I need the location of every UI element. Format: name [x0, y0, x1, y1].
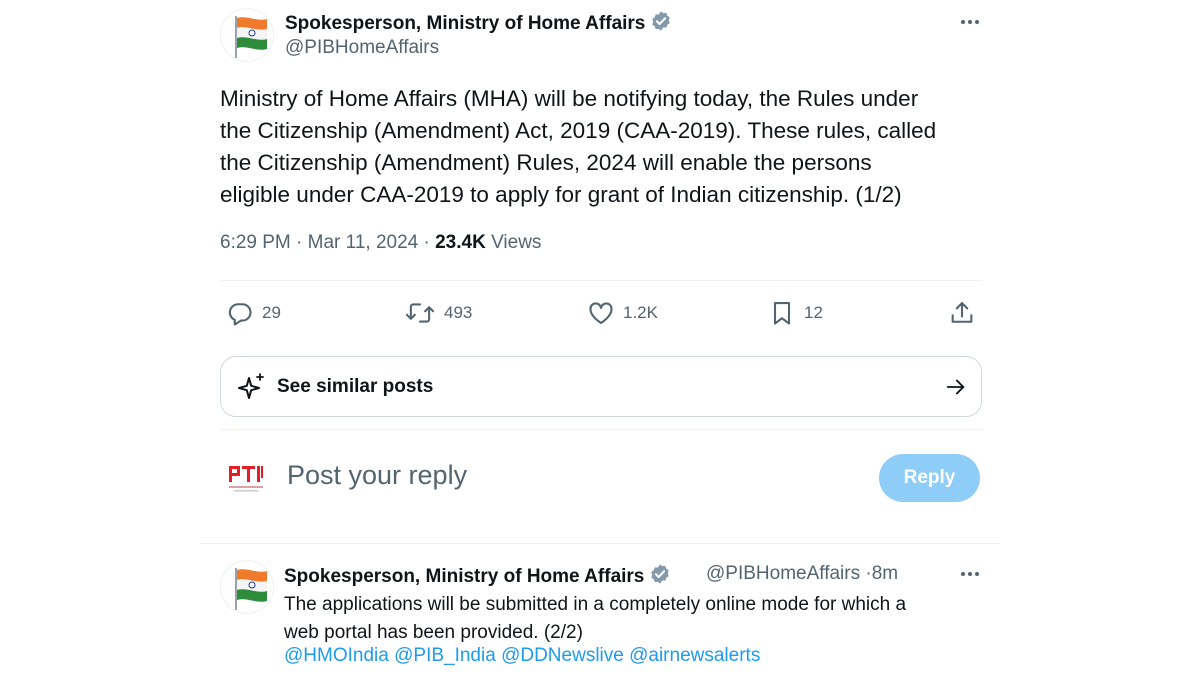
divider	[220, 429, 982, 430]
meta-separator: ·	[296, 232, 303, 253]
reply-author-avatar[interactable]	[220, 560, 274, 614]
more-icon[interactable]	[955, 564, 985, 584]
reply-tweet-text: The applications will be submitted in a …	[284, 591, 906, 647]
tweet-text: Ministry of Home Affairs (MHA) will be n…	[220, 83, 990, 211]
reply-input[interactable]	[287, 460, 847, 491]
meta-separator: ·	[423, 232, 430, 253]
reply-author-name[interactable]: Spokesperson, Ministry of Home Affairs	[284, 563, 671, 588]
share-button[interactable]	[948, 296, 976, 330]
tweet-text-line: Ministry of Home Affairs (MHA) will be n…	[220, 86, 919, 111]
reply-text-line: web portal has been provided. (2/2)	[284, 622, 583, 643]
tweet-text-line: the Citizenship (Amendment) Rules, 2024 …	[220, 150, 872, 175]
like-button[interactable]: 1.2K	[587, 296, 658, 330]
pti-logo[interactable]	[226, 458, 266, 498]
verified-badge-icon	[651, 564, 670, 584]
author-name-text: Spokesperson, Ministry of Home Affairs	[285, 13, 646, 34]
bookmark-button[interactable]: 12	[768, 296, 823, 330]
mention-link[interactable]: @HMOIndia	[284, 645, 389, 666]
mention-link[interactable]: @airnewsalerts	[629, 645, 760, 666]
tweet-text-line: the Citizenship (Amendment) Act, 2019 (C…	[220, 118, 937, 143]
mentions: @HMOIndia @PIB_India @DDNewslive @airnew…	[284, 645, 760, 667]
reply-time-ago[interactable]: 8m	[872, 563, 898, 584]
mention-link[interactable]: @PIB_India	[394, 645, 496, 666]
arrow-right-icon	[946, 379, 965, 395]
tweet-date[interactable]: Mar 11, 2024	[308, 232, 419, 253]
repost-count: 493	[444, 303, 473, 322]
tweet-text-line: eligible under CAA-2019 to apply for gra…	[220, 182, 902, 207]
bookmark-icon	[773, 302, 791, 325]
see-similar-posts-label: See similar posts	[277, 375, 434, 397]
author-handle[interactable]: @PIBHomeAffairs	[285, 37, 439, 59]
share-icon	[951, 302, 973, 323]
author-avatar[interactable]	[220, 8, 274, 62]
divider	[220, 280, 982, 281]
reply-author-name-text: Spokesperson, Ministry of Home Affairs	[284, 566, 645, 587]
heart-icon	[589, 302, 613, 324]
sparkle-icon	[238, 372, 264, 399]
views-count: 23.4K	[435, 232, 486, 253]
reply-submit-button[interactable]: Reply	[879, 454, 980, 502]
reply-author-handle[interactable]: @PIBHomeAffairs	[706, 563, 860, 584]
reply-icon	[228, 303, 252, 326]
like-count: 1.2K	[623, 303, 658, 322]
verified-badge-icon	[652, 11, 671, 31]
more-icon[interactable]	[955, 12, 985, 32]
tweet-time[interactable]: 6:29 PM	[220, 232, 291, 253]
reply-author-meta: @PIBHomeAffairs ·8m	[706, 563, 898, 585]
repost-button[interactable]: 493	[404, 296, 472, 330]
bookmark-count: 12	[804, 303, 823, 322]
author-name[interactable]: Spokesperson, Ministry of Home Affairs	[285, 10, 672, 35]
repost-icon	[405, 303, 435, 323]
views-label: Views	[491, 232, 542, 253]
reply-button[interactable]: 29	[226, 296, 281, 330]
divider	[200, 543, 1000, 544]
reply-count: 29	[262, 303, 281, 322]
see-similar-posts-button[interactable]: See similar posts	[220, 356, 982, 417]
reply-text-line: The applications will be submitted in a …	[284, 594, 907, 615]
tweet-meta: 6:29 PM · Mar 11, 2024 · 23.4K Views	[220, 232, 541, 254]
mention-link[interactable]: @DDNewslive	[501, 645, 624, 666]
